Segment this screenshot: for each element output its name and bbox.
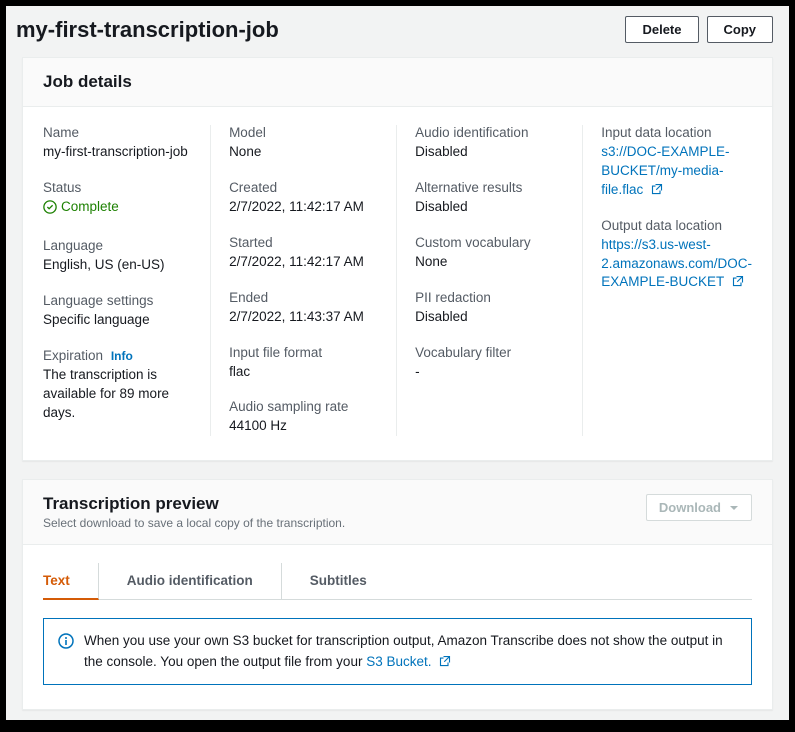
caret-down-icon xyxy=(729,503,739,513)
preview-title: Transcription preview xyxy=(43,494,345,514)
sampling-rate-label: Audio sampling rate xyxy=(229,399,378,414)
model-label: Model xyxy=(229,125,378,140)
alt-results-label: Alternative results xyxy=(415,180,564,195)
output-location-label: Output data location xyxy=(601,218,752,233)
custom-vocab-value: None xyxy=(415,253,564,272)
tab-text[interactable]: Text xyxy=(43,563,99,600)
ended-label: Ended xyxy=(229,290,378,305)
s3-bucket-link[interactable]: S3 Bucket. xyxy=(366,654,451,669)
language-settings-value: Specific language xyxy=(43,311,192,330)
external-link-icon xyxy=(651,183,663,195)
status-label: Status xyxy=(43,180,192,195)
ended-value: 2/7/2022, 11:43:37 AM xyxy=(229,308,378,327)
s3-output-alert: When you use your own S3 bucket for tran… xyxy=(43,618,752,685)
tab-audio-identification[interactable]: Audio identification xyxy=(127,563,282,599)
tab-subtitles[interactable]: Subtitles xyxy=(310,563,395,599)
model-value: None xyxy=(229,143,378,162)
page-title: my-first-transcription-job xyxy=(16,17,279,43)
vocab-filter-value: - xyxy=(415,363,564,382)
language-label: Language xyxy=(43,238,192,253)
sampling-rate-value: 44100 Hz xyxy=(229,417,378,436)
expiration-label: Expiration Info xyxy=(43,348,192,363)
job-details-panel: Job details Name my-first-transcription-… xyxy=(22,57,773,461)
name-value: my-first-transcription-job xyxy=(43,143,192,162)
input-location-link[interactable]: s3://DOC-EXAMPLE-BUCKET/my-media-file.fl… xyxy=(601,144,729,197)
audio-id-label: Audio identification xyxy=(415,125,564,140)
input-format-label: Input file format xyxy=(229,345,378,360)
external-link-icon xyxy=(732,275,744,287)
alt-results-value: Disabled xyxy=(415,198,564,217)
delete-button[interactable]: Delete xyxy=(625,16,698,43)
started-label: Started xyxy=(229,235,378,250)
language-settings-label: Language settings xyxy=(43,293,192,308)
transcription-preview-panel: Transcription preview Select download to… xyxy=(22,479,773,710)
copy-button[interactable]: Copy xyxy=(707,16,774,43)
download-button[interactable]: Download xyxy=(646,494,752,521)
job-details-title: Job details xyxy=(43,72,752,92)
output-location-link[interactable]: https://s3.us-west-2.amazonaws.com/DOC-E… xyxy=(601,237,752,290)
created-label: Created xyxy=(229,180,378,195)
created-value: 2/7/2022, 11:42:17 AM xyxy=(229,198,378,217)
status-value: Complete xyxy=(43,198,119,217)
expiration-info-link[interactable]: Info xyxy=(111,349,133,363)
input-format-value: flac xyxy=(229,363,378,382)
language-value: English, US (en-US) xyxy=(43,256,192,275)
preview-tabs: Text Audio identification Subtitles xyxy=(43,563,752,600)
audio-id-value: Disabled xyxy=(415,143,564,162)
pii-redaction-label: PII redaction xyxy=(415,290,564,305)
info-icon xyxy=(58,633,74,672)
custom-vocab-label: Custom vocabulary xyxy=(415,235,564,250)
preview-subtitle: Select download to save a local copy of … xyxy=(43,516,345,530)
input-location-label: Input data location xyxy=(601,125,752,140)
started-value: 2/7/2022, 11:42:17 AM xyxy=(229,253,378,272)
vocab-filter-label: Vocabulary filter xyxy=(415,345,564,360)
external-link-icon xyxy=(439,655,451,667)
name-label: Name xyxy=(43,125,192,140)
check-circle-icon xyxy=(43,200,57,214)
pii-redaction-value: Disabled xyxy=(415,308,564,327)
expiration-value: The transcription is available for 89 mo… xyxy=(43,366,192,423)
